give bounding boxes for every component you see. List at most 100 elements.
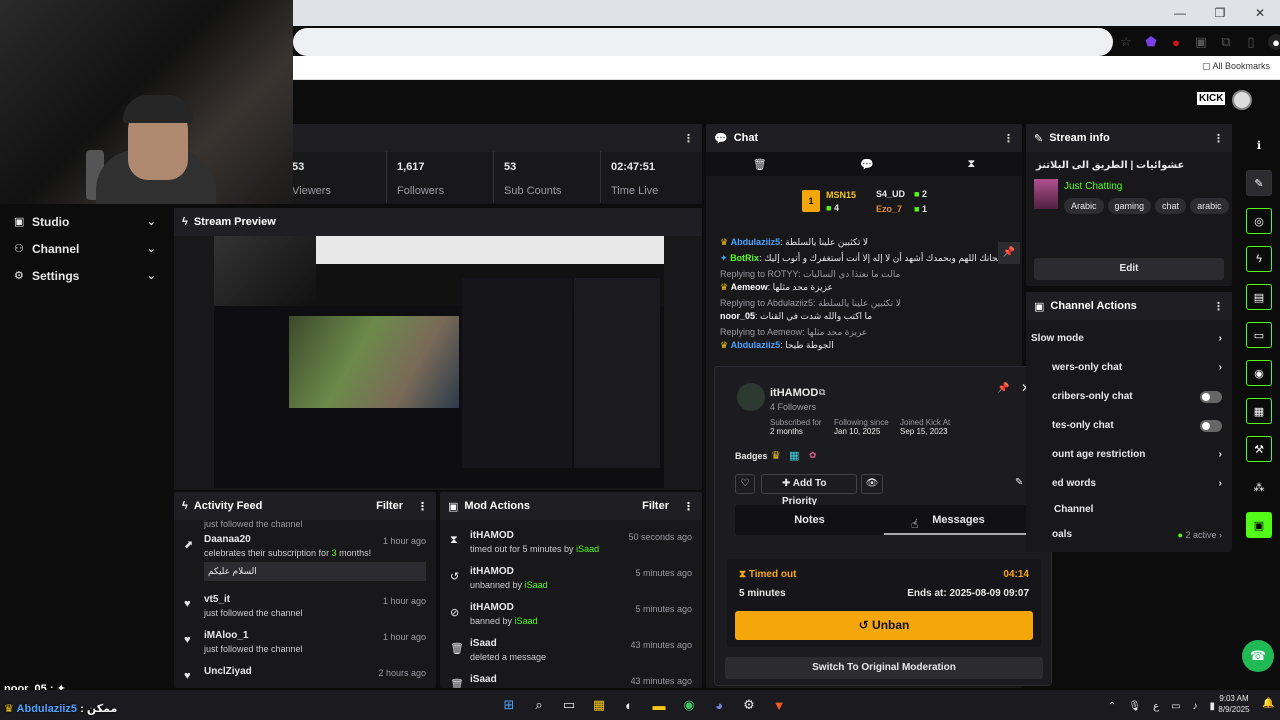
- microphone-icon[interactable]: 🎙: [1128, 701, 1141, 712]
- list-item[interactable]: ⊘ itHAMOD banned by iSaad 5 minutes ago: [440, 598, 702, 634]
- account-age-row[interactable]: ount age restriction ›: [1026, 440, 1232, 469]
- steam-icon[interactable]: ⚙: [738, 694, 760, 716]
- task-view-icon[interactable]: ▭: [558, 694, 580, 716]
- user-avatar[interactable]: [1232, 90, 1252, 110]
- followers-only-row[interactable]: wers-only chat ›: [1026, 353, 1232, 382]
- stream-preview-video[interactable]: [214, 236, 664, 488]
- folder-icon[interactable]: ▬: [648, 694, 670, 716]
- broadcast-icon[interactable]: ◉: [1246, 360, 1272, 386]
- search-icon[interactable]: ⌕: [528, 694, 550, 716]
- add-to-priority-button[interactable]: ✚ Add To Priority: [761, 474, 857, 507]
- star-icon[interactable]: ☆: [1118, 34, 1134, 50]
- chat-message[interactable]: ✦ BotRix: سبحانك اللهم وبحمدك أشهد أن لا…: [706, 252, 1022, 265]
- subscribers-only-toggle[interactable]: [1200, 390, 1222, 403]
- unban-button[interactable]: ↺ Unban: [735, 611, 1033, 640]
- nodes-icon[interactable]: ⁂: [1246, 474, 1272, 500]
- volume-icon[interactable]: ♪: [1193, 701, 1198, 712]
- chat-bubble-icon[interactable]: 💬: [860, 158, 874, 171]
- pin-icon[interactable]: 📌: [998, 242, 1020, 264]
- extension-stop-icon[interactable]: ●: [1168, 34, 1184, 50]
- network-icon[interactable]: ▭: [1171, 701, 1180, 712]
- close-icon[interactable]: ✕: [1240, 0, 1280, 26]
- switch-moderation-button[interactable]: Switch To Original Moderation: [725, 657, 1043, 679]
- chat-message[interactable]: noor_05: ما اكتب والله شدت في القنات: [706, 310, 1022, 323]
- chat-message[interactable]: ♛ Abdulaziiz5: لا تكثبين علينا يالسلطة: [706, 236, 1022, 249]
- chrome-icon[interactable]: ◉: [678, 694, 700, 716]
- emotes-only-toggle[interactable]: [1200, 419, 1222, 432]
- banned-words-row[interactable]: ed words ›: [1026, 469, 1232, 498]
- extensions-puzzle-icon[interactable]: ⧉: [1218, 34, 1234, 50]
- wrench-icon[interactable]: ⚒: [1246, 436, 1272, 462]
- chat-icon[interactable]: ▭: [1246, 322, 1272, 348]
- kick-logo-icon[interactable]: KICK: [1197, 92, 1226, 105]
- profile-avatar[interactable]: ●: [1268, 34, 1280, 50]
- list-item[interactable]: ♥ UnclZiyad 2 hours ago: [174, 662, 436, 688]
- copy-icon[interactable]: ⧉: [819, 387, 825, 398]
- tab-messages[interactable]: Messages: [884, 505, 1033, 535]
- more-options-icon[interactable]: ⋮: [683, 132, 694, 145]
- support-chat-button[interactable]: ☎: [1242, 640, 1274, 672]
- app-icon[interactable]: ▣: [1246, 512, 1272, 538]
- edit-icon[interactable]: ✎: [1015, 477, 1023, 488]
- discord-icon[interactable]: ◕: [708, 694, 730, 716]
- brave-icon[interactable]: ▼: [768, 694, 790, 716]
- language-indicator[interactable]: ع: [1153, 701, 1159, 712]
- channel-row[interactable]: Channel: [1026, 498, 1232, 520]
- list-item[interactable]: ♥ iMAloo_1 just followed the channel 1 h…: [174, 626, 436, 662]
- chevron-up-icon[interactable]: ⌃: [1108, 701, 1116, 712]
- tab-notes[interactable]: Notes: [735, 505, 884, 535]
- goals-row[interactable]: oals ● 2 active ›: [1026, 520, 1232, 549]
- list-item[interactable]: 🗑 iSaad deleted a message 43 minutes ago: [440, 634, 702, 670]
- list-item[interactable]: ↺ itHAMOD unbanned by iSaad 5 minutes ag…: [440, 562, 702, 598]
- filter-button[interactable]: Filter: [642, 500, 669, 512]
- sidebar-item-channel[interactable]: ⚇ Channel ⌄: [0, 235, 170, 262]
- store-icon[interactable]: ▦: [588, 694, 610, 716]
- windows-start-icon[interactable]: ⊞: [498, 694, 520, 716]
- list-item[interactable]: ♥ vt5_it just followed the channel 1 hou…: [174, 590, 436, 626]
- slow-mode-row[interactable]: Slow mode ›: [1026, 324, 1232, 353]
- tags: Arabic gaming chat arabic: [1064, 196, 1233, 214]
- extension-shield-icon[interactable]: ⬟: [1143, 34, 1159, 50]
- hourglass-icon[interactable]: ⧗: [968, 158, 976, 171]
- chat-message[interactable]: ♛ Aemeow: عزيزة محد مثلها: [706, 281, 1022, 294]
- subscribers-only-row[interactable]: cribers-only chat: [1026, 382, 1232, 411]
- obs-icon[interactable]: ◐: [618, 694, 640, 716]
- more-options-icon[interactable]: ⋮: [417, 500, 428, 513]
- more-options-icon[interactable]: ⋮: [683, 500, 694, 513]
- trash-icon[interactable]: 🗑: [753, 158, 767, 171]
- heart-icon: ♥: [184, 670, 191, 682]
- lightning-icon[interactable]: ϟ: [1246, 246, 1272, 272]
- more-options-icon[interactable]: ⋮: [1213, 300, 1224, 313]
- eye-button[interactable]: 👁: [861, 474, 883, 494]
- sidebar-item-studio[interactable]: ▣ Studio ⌄: [0, 208, 170, 235]
- emotes-only-row[interactable]: tes-only chat: [1026, 411, 1232, 440]
- target-icon[interactable]: ◎: [1246, 208, 1272, 234]
- edit-button[interactable]: Edit: [1034, 258, 1224, 280]
- heart-button[interactable]: ♡: [735, 474, 755, 494]
- notification-bell-icon[interactable]: 🔔: [1262, 698, 1274, 709]
- list-item[interactable]: ⧗ itHAMOD timed out for 5 minutes by iSa…: [440, 526, 702, 562]
- ban-icon: ⊘: [450, 607, 460, 619]
- pencil-icon[interactable]: ✎: [1246, 170, 1272, 196]
- chat-message[interactable]: ♛ Abdulaziiz5: الجوطة طيحا: [706, 339, 1022, 352]
- list-item[interactable]: ⬈ Daanaa20 celebrates their subscription…: [174, 530, 436, 590]
- list-item[interactable]: 🗑 iSaad 43 minutes ago: [440, 670, 702, 688]
- all-bookmarks[interactable]: ▢ All Bookmarks: [1202, 61, 1270, 72]
- chat-reply: Replying to ROTYY: مالت ما نعتذا دي السا…: [720, 269, 901, 279]
- more-options-icon[interactable]: ⋮: [1213, 132, 1224, 145]
- document-icon[interactable]: ▤: [1246, 284, 1272, 310]
- layout-icon[interactable]: ▦: [1246, 398, 1272, 424]
- address-bar[interactable]: [293, 28, 1113, 56]
- user-card-username[interactable]: itHAMOD: [770, 387, 818, 399]
- extension-box-icon[interactable]: ▣: [1193, 34, 1209, 50]
- pin-icon[interactable]: 📌: [997, 383, 1009, 394]
- filter-button[interactable]: Filter: [376, 500, 403, 512]
- sidebar-item-settings[interactable]: ⚙ Settings ⌄: [0, 262, 170, 289]
- user-card-avatar[interactable]: [737, 383, 765, 411]
- minimize-icon[interactable]: —: [1160, 0, 1200, 26]
- clock[interactable]: 9:03 AM 8/9/2025: [1212, 693, 1256, 715]
- info-icon[interactable]: ℹ: [1246, 132, 1272, 158]
- more-options-icon[interactable]: ⋮: [1003, 132, 1014, 145]
- maximize-icon[interactable]: ❐: [1200, 0, 1240, 26]
- sidebar-icon[interactable]: ▯: [1243, 34, 1259, 50]
